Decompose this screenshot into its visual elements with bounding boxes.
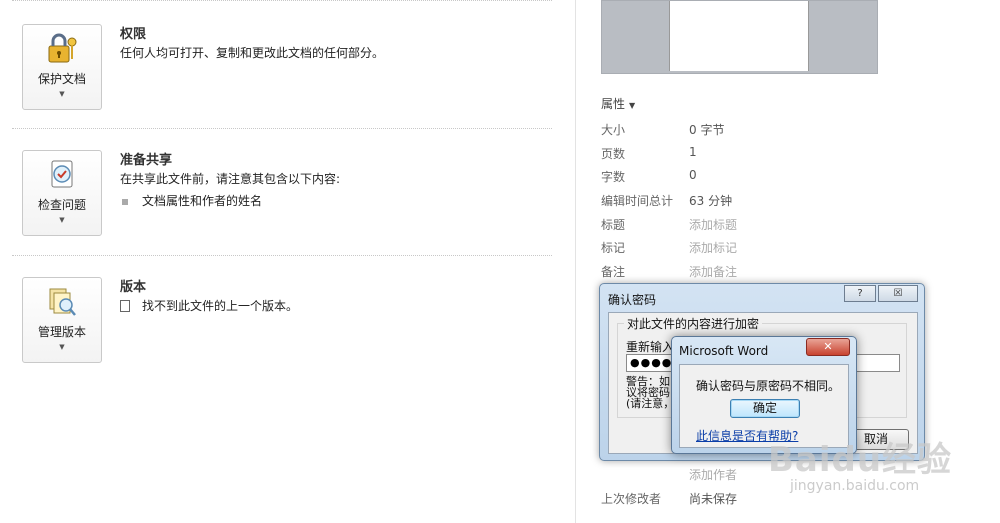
property-value: 尚未保存 (689, 492, 738, 506)
permissions-title: 权限 (120, 27, 147, 42)
manage-versions-label: 管理版本 (37, 325, 86, 339)
dialog-title: 确认密码 (608, 293, 657, 307)
protect-document-button[interactable]: 保护文档 ▼ (22, 24, 102, 110)
bullet-icon (122, 198, 128, 205)
info-left-pane: 保护文档 ▼ 权限 任何人均可打开、复制和更改此文档的任何部分。 检查问题 ▼ … (0, 0, 575, 523)
property-row: 标题 添加标题 (601, 216, 981, 234)
properties-dropdown[interactable]: 属性 ▼ (601, 95, 635, 112)
manage-versions-icon (45, 285, 79, 319)
permissions-description: 任何人均可打开、复制和更改此文档的任何部分。 (120, 46, 385, 60)
chevron-down-icon: ▼ (59, 90, 65, 98)
property-row: 大小 0 字节 (601, 121, 981, 139)
ok-button[interactable]: 确定 (730, 399, 800, 418)
property-key: 备注 (601, 265, 626, 279)
property-key: 编辑时间总计 (601, 194, 674, 208)
watermark-logo: Baidu经验 (768, 440, 953, 480)
chevron-down-icon: ▼ (59, 343, 65, 351)
add-title-field[interactable]: 添加标题 (689, 216, 737, 233)
property-row: 页数 1 (601, 145, 981, 163)
check-issues-label: 检查问题 (37, 198, 86, 212)
reenter-password-label: 重新输入 (626, 340, 675, 354)
group-legend: 对此文件的内容进行加密 (624, 315, 763, 332)
protect-document-label: 保护文档 (37, 72, 86, 86)
add-author-field[interactable]: 添加作者 (689, 466, 737, 483)
inspect-document-icon (45, 158, 79, 192)
prepare-sharing-title: 准备共享 (120, 153, 173, 168)
close-button[interactable]: ✕ (806, 338, 850, 356)
separator (12, 128, 552, 129)
properties-title: 属性 (601, 97, 626, 111)
pane-divider (575, 0, 576, 523)
document-thumbnail (601, 0, 878, 74)
bullet-item: 文档属性和作者的姓名 (122, 192, 262, 209)
property-key: 大小 (601, 123, 626, 137)
thumbnail-page (669, 1, 809, 71)
chevron-down-icon: ▼ (59, 216, 65, 224)
property-value: 1 (689, 145, 697, 159)
versions-description-text: 找不到此文件的上一个版本。 (142, 299, 299, 313)
property-row: 字数 0 (601, 168, 981, 186)
property-value: 0 (689, 168, 697, 182)
property-value: 0 字节 (689, 123, 725, 137)
versions-title: 版本 (120, 280, 147, 295)
check-issues-button[interactable]: 检查问题 ▼ (22, 150, 102, 236)
property-key: 标记 (601, 241, 626, 255)
watermark-url: jingyan.baidu.com (790, 478, 920, 494)
separator (12, 0, 552, 1)
close-button[interactable]: ☒ (878, 285, 918, 302)
message-box-title: Microsoft Word (679, 344, 769, 358)
property-row: 备注 添加备注 (601, 263, 981, 281)
error-message: 确认密码与原密码不相同。 (696, 379, 841, 393)
property-key: 字数 (601, 170, 626, 184)
prepare-sharing-section: 检查问题 ▼ 准备共享 在共享此文件前，请注意其包含以下内容: 文档属性和作者的… (0, 150, 575, 270)
manage-versions-button[interactable]: 管理版本 ▼ (22, 277, 102, 363)
property-key: 页数 (601, 147, 626, 161)
prepare-sharing-description: 在共享此文件前，请注意其包含以下内容: (120, 172, 341, 186)
dialog-title-buttons: ? ☒ (844, 285, 918, 302)
property-value: 63 分钟 (689, 194, 733, 208)
versions-section: 管理版本 ▼ 版本 找不到此文件的上一个版本。 (0, 277, 575, 397)
versions-description: 找不到此文件的上一个版本。 (120, 297, 298, 314)
bullet-text: 文档属性和作者的姓名 (142, 194, 263, 208)
permissions-section: 保护文档 ▼ 权限 任何人均可打开、复制和更改此文档的任何部分。 (0, 24, 575, 144)
lock-key-icon (45, 32, 79, 66)
chevron-down-icon: ▼ (629, 101, 636, 110)
add-tags-field[interactable]: 添加标记 (689, 239, 737, 256)
property-key: 上次修改者 (601, 492, 662, 506)
property-key: 标题 (601, 218, 626, 232)
separator (12, 255, 552, 256)
help-button[interactable]: ? (844, 285, 876, 302)
document-icon (120, 300, 130, 312)
property-row: 编辑时间总计 63 分钟 (601, 192, 981, 210)
property-row: 标记 添加标记 (601, 239, 981, 257)
add-comments-field[interactable]: 添加备注 (689, 263, 737, 280)
